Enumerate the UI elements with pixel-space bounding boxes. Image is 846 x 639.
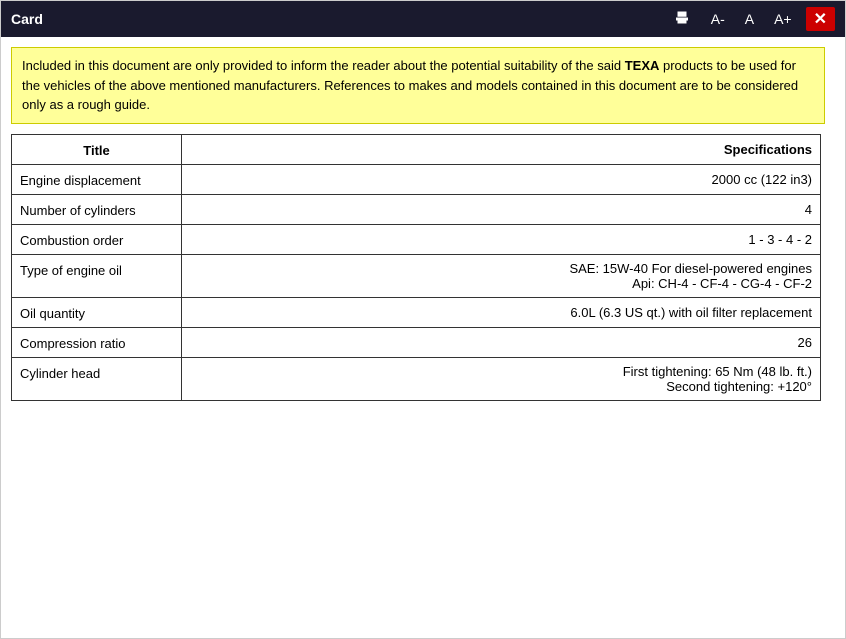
row-spec-oil-quantity: 6.0L (6.3 US qt.) with oil filter replac… <box>182 297 821 327</box>
row-title-cylinders: Number of cylinders <box>12 194 182 224</box>
row-title-compression: Compression ratio <box>12 327 182 357</box>
table-row: Engine displacement 2000 cc (122 in3) <box>12 164 821 194</box>
table-row: Combustion order 1 - 3 - 4 - 2 <box>12 224 821 254</box>
row-title-combustion: Combustion order <box>12 224 182 254</box>
font-normal-button[interactable]: A <box>739 9 760 29</box>
row-title-oil-quantity: Oil quantity <box>12 297 182 327</box>
row-spec-cylinder-head: First tightening: 65 Nm (48 lb. ft.) Sec… <box>182 357 821 400</box>
table-row: Oil quantity 6.0L (6.3 US qt.) with oil … <box>12 297 821 327</box>
brand-name: TEXA <box>625 58 660 73</box>
print-icon <box>673 10 691 28</box>
engine-oil-line1: SAE: 15W-40 For diesel-powered engines <box>569 261 812 276</box>
row-spec-compression: 26 <box>182 327 821 357</box>
col-header-title: Title <box>12 134 182 164</box>
main-window: Card A- A A+ ✕ Included in this document… <box>0 0 846 639</box>
content-area: Included in this document are only provi… <box>1 37 845 638</box>
row-spec-engine-oil: SAE: 15W-40 For diesel-powered engines A… <box>182 254 821 297</box>
row-title-engine-oil: Type of engine oil <box>12 254 182 297</box>
title-bar: Card A- A A+ ✕ <box>1 1 845 37</box>
table-row: Compression ratio 26 <box>12 327 821 357</box>
table-row: Cylinder head First tightening: 65 Nm (4… <box>12 357 821 400</box>
notice-text: Included in this document are only provi… <box>22 58 798 112</box>
cylinder-head-multiline: First tightening: 65 Nm (48 lb. ft.) Sec… <box>190 364 812 394</box>
col-header-specifications: Specifications <box>182 134 821 164</box>
cylinder-head-line1: First tightening: 65 Nm (48 lb. ft.) <box>623 364 812 379</box>
print-button[interactable] <box>667 8 697 30</box>
table-header-row: Title Specifications <box>12 134 821 164</box>
engine-oil-line2: Api: CH-4 - CF-4 - CG-4 - CF-2 <box>632 276 812 291</box>
close-button[interactable]: ✕ <box>806 7 835 31</box>
cylinder-head-line2: Second tightening: +120° <box>666 379 812 394</box>
table-row: Number of cylinders 4 <box>12 194 821 224</box>
row-spec-engine-displacement: 2000 cc (122 in3) <box>182 164 821 194</box>
row-title-engine-displacement: Engine displacement <box>12 164 182 194</box>
title-bar-controls: A- A A+ ✕ <box>667 7 835 31</box>
row-spec-combustion: 1 - 3 - 4 - 2 <box>182 224 821 254</box>
engine-oil-multiline: SAE: 15W-40 For diesel-powered engines A… <box>190 261 812 291</box>
window-title: Card <box>11 11 667 27</box>
notice-box: Included in this document are only provi… <box>11 47 825 124</box>
font-increase-button[interactable]: A+ <box>768 9 798 29</box>
row-title-cylinder-head: Cylinder head <box>12 357 182 400</box>
row-spec-cylinders: 4 <box>182 194 821 224</box>
table-row: Type of engine oil SAE: 15W-40 For diese… <box>12 254 821 297</box>
font-decrease-button[interactable]: A- <box>705 9 731 29</box>
specs-table: Title Specifications Engine displacement… <box>11 134 821 401</box>
